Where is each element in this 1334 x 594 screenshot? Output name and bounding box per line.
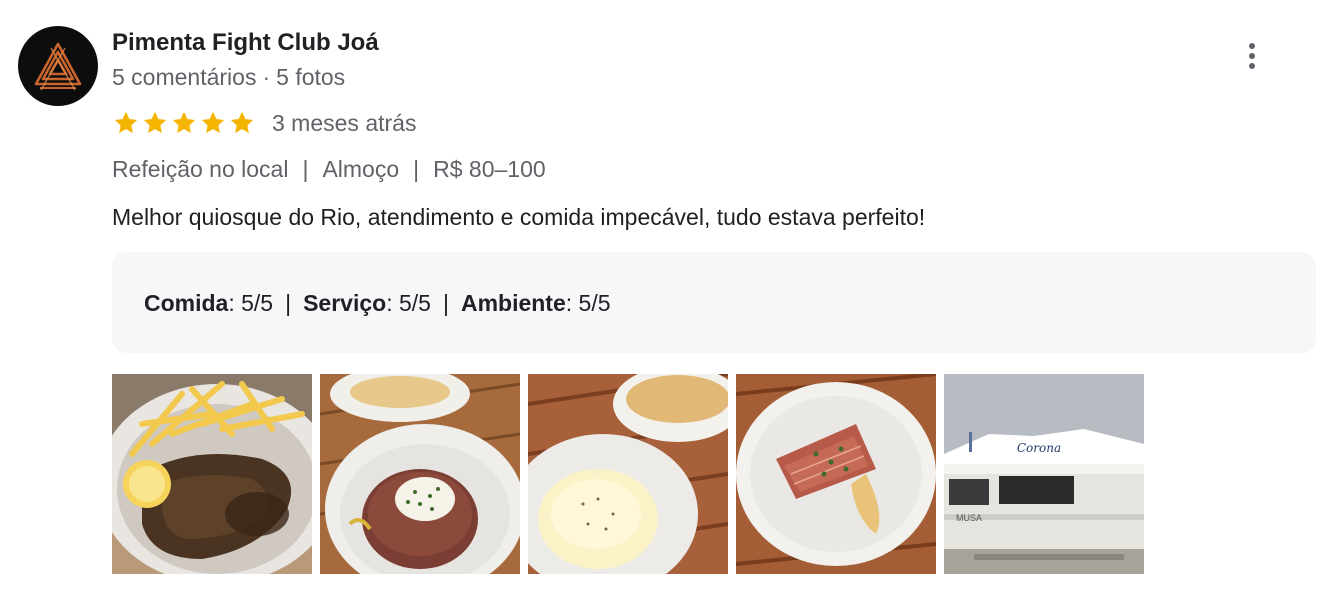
attr-separator: | — [413, 156, 420, 182]
ambience-value: : 5/5 — [565, 290, 611, 316]
more-vertical-icon — [1249, 43, 1255, 69]
food-value: : 5/5 — [228, 290, 274, 316]
service-value: : 5/5 — [386, 290, 431, 316]
food-label: Comida — [144, 290, 229, 316]
star-icon — [172, 111, 196, 134]
tartare-photo[interactable] — [320, 374, 520, 574]
star-icon — [114, 111, 138, 134]
star-icon — [230, 111, 254, 134]
review-card: Pimenta Fight Club Joá 5 comentários · 5 f… — [0, 0, 1334, 594]
review-date: 3 meses atrás — [272, 109, 417, 136]
cream-dish-photo[interactable] — [528, 374, 728, 574]
more-options-button[interactable] — [1232, 36, 1272, 76]
attr-price: R$ 80–100 — [433, 156, 546, 182]
review-attributes: Refeição no local | Almoço | R$ 80–100 — [112, 154, 546, 184]
subrating-separator: | — [285, 290, 292, 316]
subratings-panel: Comida: 5/5 | Serviço: 5/5 | Ambiente: 5/5 — [112, 252, 1316, 353]
reviewer-avatar[interactable] — [18, 26, 98, 106]
star-icon — [143, 111, 167, 134]
reviewer-meta: 5 comentários · 5 fotos — [112, 62, 345, 92]
meta-separator: · — [262, 64, 271, 90]
attr-service-type: Refeição no local — [112, 156, 289, 182]
steak-fries-photo[interactable] — [112, 374, 312, 574]
attr-separator: | — [302, 156, 309, 182]
rating-row: 3 meses atrás — [112, 106, 416, 140]
review-text: Melhor quiosque do Rio, atendimento e co… — [112, 204, 926, 230]
pimenta-triangle-logo-icon — [34, 42, 82, 91]
kiosk-photo[interactable]: Corona MUSA — [944, 374, 1144, 574]
subratings-line: Comida: 5/5 | Serviço: 5/5 | Ambiente: 5/5 — [144, 288, 611, 318]
star-icon — [201, 111, 225, 134]
kiosk-side-text: MUSA — [956, 513, 982, 523]
star-rating — [112, 109, 257, 137]
reviewer-comments-count: 5 comentários — [112, 64, 257, 90]
service-label: Serviço — [303, 290, 387, 316]
subrating-separator: | — [442, 290, 449, 316]
attr-meal: Almoço — [322, 156, 400, 182]
photo-strip: Corona MUSA — [112, 374, 1152, 574]
ambience-label: Ambiente — [460, 290, 566, 316]
reviewer-name[interactable]: Pimenta Fight Club Joá — [112, 28, 379, 58]
crudo-photo[interactable] — [736, 374, 936, 574]
kiosk-sign-text: Corona — [1017, 441, 1061, 455]
reviewer-photos-count: 5 fotos — [276, 64, 346, 90]
